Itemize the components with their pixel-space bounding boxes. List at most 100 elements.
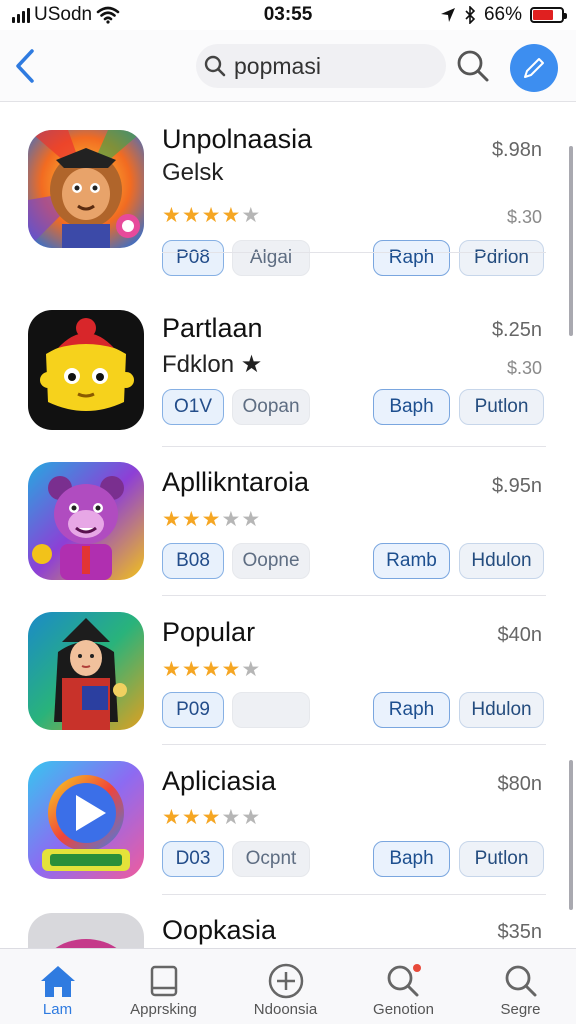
status-left: USodn — [12, 4, 212, 26]
action-button[interactable]: Hdulon — [459, 543, 544, 579]
app-price: $.25n — [491, 319, 542, 341]
star-filled-icon: ★ — [221, 204, 242, 227]
scrollbar-upper[interactable] — [569, 146, 573, 336]
tag-chip[interactable]: Oopan — [232, 389, 310, 425]
tab-search[interactable]: Segre — [463, 949, 576, 1024]
book-icon — [144, 961, 184, 1001]
tab-label: Lam — [42, 1001, 73, 1018]
star-filled-icon: ★ — [181, 508, 202, 531]
tab-label: Apprsking — [130, 1001, 197, 1018]
tab-updates[interactable]: Genotion — [346, 949, 461, 1024]
action-button[interactable]: Putlon — [459, 389, 544, 425]
action-button[interactable]: Raph — [373, 692, 450, 728]
search-badge-icon — [384, 961, 424, 1001]
star-empty-icon: ★ — [221, 806, 242, 829]
tab-label: Genotion — [373, 1001, 434, 1018]
star-filled-icon: ★ — [201, 204, 222, 227]
status-right: 66% — [364, 4, 567, 26]
signal-bars-icon — [12, 7, 30, 23]
tag-chip[interactable]: P09 — [162, 692, 224, 728]
search-button[interactable] — [453, 46, 493, 86]
star-empty-icon: ★ — [241, 658, 262, 681]
tab-label: Segre — [500, 1001, 541, 1018]
partial-app-icon — [28, 913, 144, 948]
tab-label: Ndoonsia — [253, 1001, 318, 1018]
purple-bear-character-icon — [28, 462, 144, 580]
battery-level — [533, 10, 553, 20]
app-price: $35n — [497, 921, 543, 943]
app-name: Oopkasia — [162, 915, 277, 945]
star-filled-icon: ★ — [162, 204, 182, 227]
star-empty-icon: ★ — [241, 204, 262, 227]
tab-add[interactable]: Ndoonsia — [228, 949, 343, 1024]
lion-character-icon — [28, 130, 144, 248]
compose-button[interactable] — [510, 44, 558, 92]
list-item[interactable]: Apllikntaroia $.95n ★★★★★ B08 Oopne Ramb… — [0, 447, 576, 596]
app-price: $80n — [497, 773, 543, 795]
star-filled-icon: ★ — [201, 658, 222, 681]
list-item[interactable]: Oopkasia $35n — [0, 895, 576, 948]
app-price: $40n — [497, 624, 543, 646]
wifi-icon — [96, 6, 120, 24]
status-bar: USodn 03:55 66% — [0, 0, 576, 30]
action-button[interactable]: Ramb — [373, 543, 450, 579]
battery-icon — [530, 7, 567, 23]
battery-percent: 66% — [483, 4, 522, 25]
star-filled-icon: ★ — [181, 204, 202, 227]
star-rating: ★★★★★ — [162, 203, 261, 228]
search-icon — [457, 50, 489, 82]
compose-icon — [524, 58, 544, 78]
app-name: Apllikntaroia — [162, 467, 310, 497]
star-filled-icon: ★ — [181, 658, 202, 681]
tab-library[interactable]: Apprsking — [106, 949, 221, 1024]
star-rating: ★★★★★ — [162, 805, 261, 830]
search-field-icon — [204, 55, 226, 77]
app-price-secondary: $.30 — [506, 358, 542, 378]
star-filled-icon: ★ — [201, 806, 222, 829]
app-name: Apliciasia — [162, 766, 277, 796]
tag-chip[interactable]: Oopne — [232, 543, 310, 579]
star-rating: ★★★★★ — [162, 657, 261, 682]
search-field[interactable]: popmasi — [196, 44, 446, 88]
app-price-secondary: $.30 — [506, 207, 542, 227]
tag-chip[interactable] — [232, 692, 310, 728]
tag-chip[interactable]: B08 — [162, 543, 224, 579]
action-button[interactable]: Putlon — [459, 841, 544, 877]
app-price: $.95n — [491, 475, 542, 497]
star-filled-icon: ★ — [162, 658, 182, 681]
star-filled-icon: ★ — [221, 658, 242, 681]
clock: 03:55 — [263, 4, 313, 25]
tag-chip[interactable]: D03 — [162, 841, 224, 877]
warrior-girl-icon — [28, 612, 144, 730]
app-subtitle: Fdklon ★ — [162, 351, 263, 378]
bluetooth-icon — [465, 6, 476, 24]
action-button[interactable]: Baph — [373, 841, 450, 877]
carrier-label: USodn — [34, 4, 93, 25]
tag-chip[interactable]: Ocpnt — [232, 841, 310, 877]
tab-home[interactable]: Lam — [0, 949, 115, 1024]
app-list: Unpolnaasia Gelsk $.98n $.30 ★★★★★ P08 A… — [0, 103, 576, 948]
list-item[interactable]: Apliciasia $80n ★★★★★ D03 Ocpnt Baph Put… — [0, 745, 576, 895]
home-icon — [38, 961, 78, 1001]
scrollbar-lower[interactable] — [569, 760, 573, 910]
action-button[interactable]: Baph — [373, 389, 450, 425]
star-filled-icon: ★ — [201, 508, 222, 531]
app-name: Partlaan — [162, 313, 263, 343]
action-button[interactable]: Hdulon — [459, 692, 544, 728]
tab-bar: Lam Apprsking Ndoonsia Genotion Segre — [0, 948, 576, 1024]
star-empty-icon: ★ — [241, 806, 262, 829]
list-item[interactable]: Partlaan Fdklon ★ $.25n $.30 O1V Oopan B… — [0, 253, 576, 447]
back-button[interactable] — [12, 46, 38, 86]
location-arrow-icon — [440, 8, 455, 22]
list-item[interactable]: Unpolnaasia Gelsk $.98n $.30 ★★★★★ P08 A… — [0, 103, 576, 276]
star-empty-icon: ★ — [221, 508, 242, 531]
list-item[interactable]: Popular $40n ★★★★★ P09 Raph Hdulon — [0, 596, 576, 745]
tag-chip[interactable]: O1V — [162, 389, 224, 425]
app-price: $.98n — [491, 139, 542, 161]
star-filled-icon: ★ — [181, 806, 202, 829]
star-empty-icon: ★ — [241, 508, 262, 531]
app-name: Popular — [162, 617, 256, 647]
star-filled-icon: ★ — [162, 508, 182, 531]
star-filled-icon: ★ — [162, 806, 182, 829]
nav-bar: popmasi — [0, 30, 576, 102]
